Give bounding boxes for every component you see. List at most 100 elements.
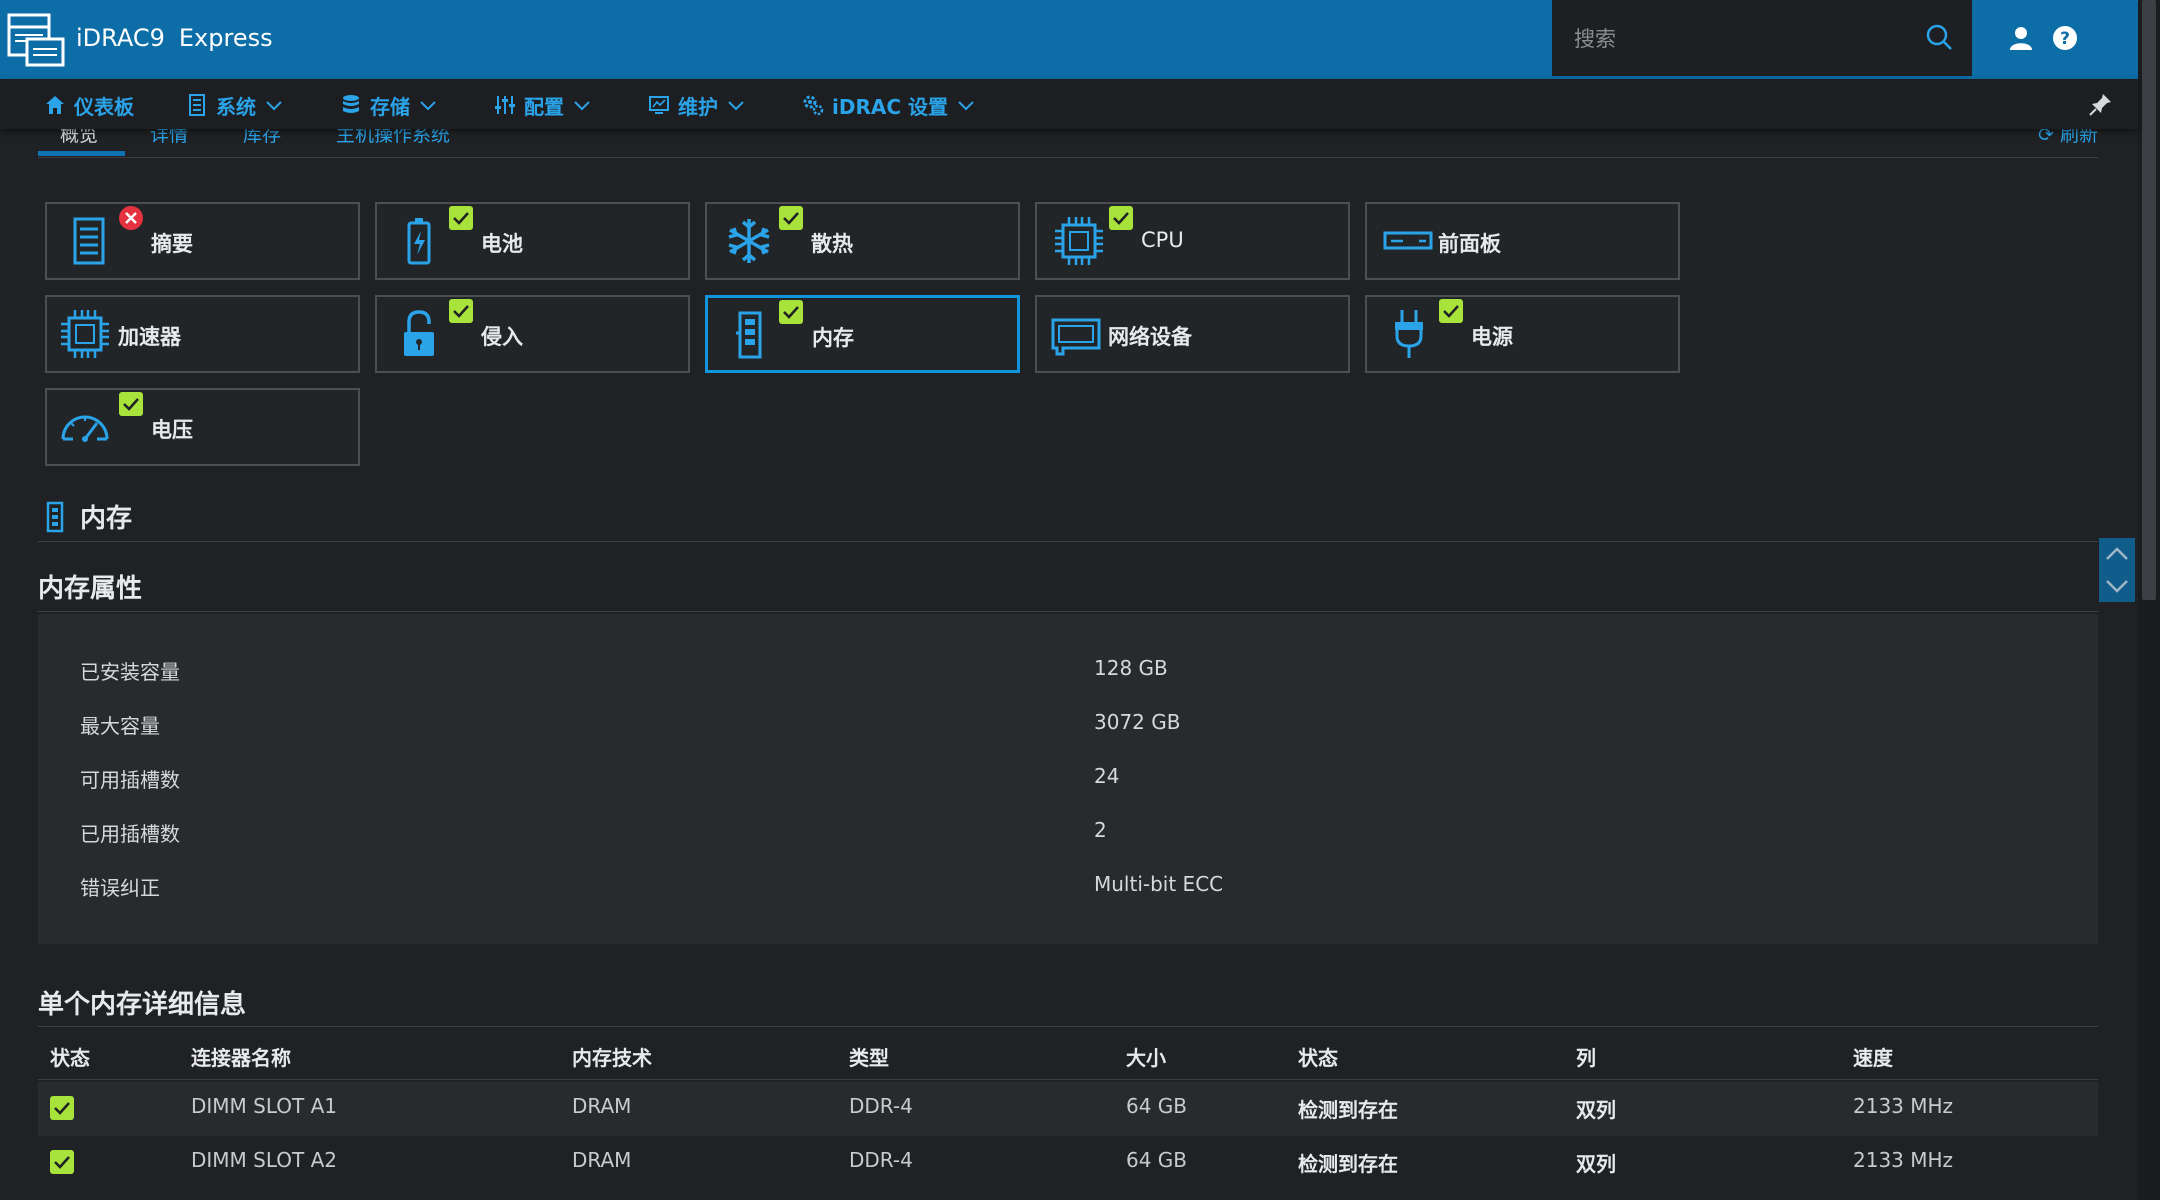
details-title: 单个内存详细信息 (38, 990, 247, 1020)
battery-icon (407, 218, 431, 265)
tile-power[interactable]: 电源 (1365, 295, 1680, 373)
pin-icon[interactable] (2088, 91, 2114, 117)
search-input[interactable] (1574, 22, 1904, 56)
property-row: 已用插槽数 2 (38, 818, 2098, 858)
home-icon (46, 96, 64, 114)
property-row: 最大容量 3072 GB (38, 710, 2098, 750)
column-header[interactable]: 连接器名称 (191, 1042, 291, 1071)
tile-network-devices[interactable]: 网络设备 (1035, 295, 1350, 373)
idrac-logo-icon (7, 13, 65, 67)
lock-icon (404, 310, 434, 356)
column-header[interactable]: 类型 (849, 1042, 889, 1071)
divider (38, 541, 2098, 542)
tile-voltage[interactable]: 电压 (45, 388, 360, 466)
property-key: 错误纠正 (80, 876, 160, 900)
chevron-down-icon (574, 101, 590, 111)
nav-maintenance[interactable]: 维护 (648, 91, 746, 119)
section-heading: 内存 (44, 498, 132, 535)
tile-cooling[interactable]: 散热 (705, 202, 1020, 280)
tile-label: 摘要 (151, 232, 193, 256)
nav-dashboard[interactable]: 仪表板 (44, 91, 134, 119)
nav-system[interactable]: 系统 (186, 91, 284, 119)
property-key: 可用插槽数 (80, 768, 180, 792)
tile-label: 前面板 (1438, 232, 1501, 256)
memory-tech: DRAM (572, 1094, 632, 1118)
ok-status-icon (449, 299, 473, 323)
nav-label: 仪表板 (74, 94, 134, 119)
nav-configuration[interactable]: 配置 (494, 91, 592, 119)
tile-accelerator[interactable]: 加速器 (45, 295, 360, 373)
section-title: 内存 (80, 504, 133, 534)
memory-rank: 双列 (1576, 1152, 1616, 1176)
memory-tech: DRAM (572, 1148, 632, 1172)
scrollbar-thumb[interactable] (2142, 0, 2156, 600)
fan-icon (728, 219, 770, 263)
tile-intrusion[interactable]: 侵入 (375, 295, 690, 373)
connector-name: DIMM SLOT A1 (191, 1094, 338, 1118)
column-header[interactable]: 速度 (1853, 1042, 1893, 1071)
nav-idrac-settings[interactable]: iDRAC 设置 (802, 91, 976, 119)
memory-state: 检测到存在 (1298, 1152, 1398, 1176)
tile-memory[interactable]: 内存 (705, 295, 1020, 373)
tile-label: 电源 (1471, 325, 1513, 349)
page-scrollbar[interactable] (2138, 0, 2160, 1200)
monitor-icon (649, 96, 669, 114)
tile-label: 电压 (151, 418, 193, 442)
ok-status-icon (50, 1150, 74, 1174)
table-header: 状态 连接器名称 内存技术 类型 大小 状态 列 速度 (38, 1030, 2098, 1080)
memory-speed: 2133 MHz (1853, 1148, 1954, 1172)
tile-label: 电池 (481, 232, 523, 256)
ok-status-icon (50, 1096, 74, 1120)
property-value: Multi-bit ECC (1094, 872, 1224, 896)
properties-title: 内存属性 (38, 574, 143, 604)
connector-name: DIMM SLOT A2 (191, 1148, 338, 1172)
property-key: 最大容量 (80, 714, 160, 738)
column-header[interactable]: 内存技术 (572, 1042, 652, 1071)
tile-front-panel[interactable]: 前面板 (1365, 202, 1680, 280)
column-header[interactable]: 状态 (1298, 1042, 1338, 1071)
tile-label: 侵入 (481, 325, 523, 349)
nav-label: 配置 (524, 94, 564, 119)
tile-cpu[interactable]: CPU (1035, 202, 1350, 280)
gears-icon (803, 95, 824, 116)
property-key: 已用插槽数 (80, 822, 180, 846)
tile-label: CPU (1141, 228, 1184, 252)
nav-label: 系统 (216, 94, 256, 119)
nav-storage[interactable]: 存储 (340, 91, 438, 119)
table-row[interactable]: DIMM SLOT A2 DRAM DDR-4 64 GB 检测到存在 双列 2… (38, 1136, 2098, 1190)
error-status-icon (119, 206, 143, 230)
product-name: iDRAC9 (76, 24, 165, 52)
nav-label: iDRAC 设置 (832, 94, 948, 119)
ok-status-icon (119, 392, 143, 416)
front-panel-icon (1383, 231, 1433, 250)
column-header[interactable]: 大小 (1126, 1042, 1166, 1071)
property-value: 128 GB (1094, 656, 1168, 680)
property-value: 24 (1094, 764, 1120, 788)
summary-icon (73, 217, 105, 265)
tile-label: 散热 (811, 232, 853, 256)
main-nav: 仪表板 系统 存储 配置 维护 iDRAC 设置 (0, 79, 2138, 129)
property-value: 3072 GB (1094, 710, 1181, 734)
help-icon[interactable]: ? (2051, 24, 2079, 52)
ok-status-icon (779, 206, 803, 230)
column-header[interactable]: 列 (1576, 1042, 1596, 1071)
search-icon[interactable] (1924, 22, 1954, 52)
table-row[interactable]: DIMM SLOT A1 DRAM DDR-4 64 GB 检测到存在 双列 2… (38, 1082, 2098, 1136)
tile-battery[interactable]: 电池 (375, 202, 690, 280)
divider (38, 611, 2098, 612)
user-icon[interactable] (2007, 24, 2035, 52)
memory-size: 64 GB (1126, 1094, 1188, 1118)
memory-icon (736, 311, 762, 359)
tile-label: 内存 (812, 326, 854, 350)
chevron-down-icon[interactable] (2099, 570, 2135, 602)
property-row: 错误纠正 Multi-bit ECC (38, 872, 2098, 912)
sliders-icon (495, 96, 515, 114)
page-scroll-buttons (2099, 538, 2135, 602)
column-header[interactable]: 状态 (50, 1042, 90, 1071)
chevron-down-icon (958, 101, 974, 111)
active-tab-indicator (38, 151, 125, 156)
chevron-up-icon[interactable] (2099, 538, 2135, 570)
tile-summary[interactable]: 摘要 (45, 202, 360, 280)
server-icon (189, 94, 205, 116)
power-plug-icon (1395, 310, 1423, 358)
